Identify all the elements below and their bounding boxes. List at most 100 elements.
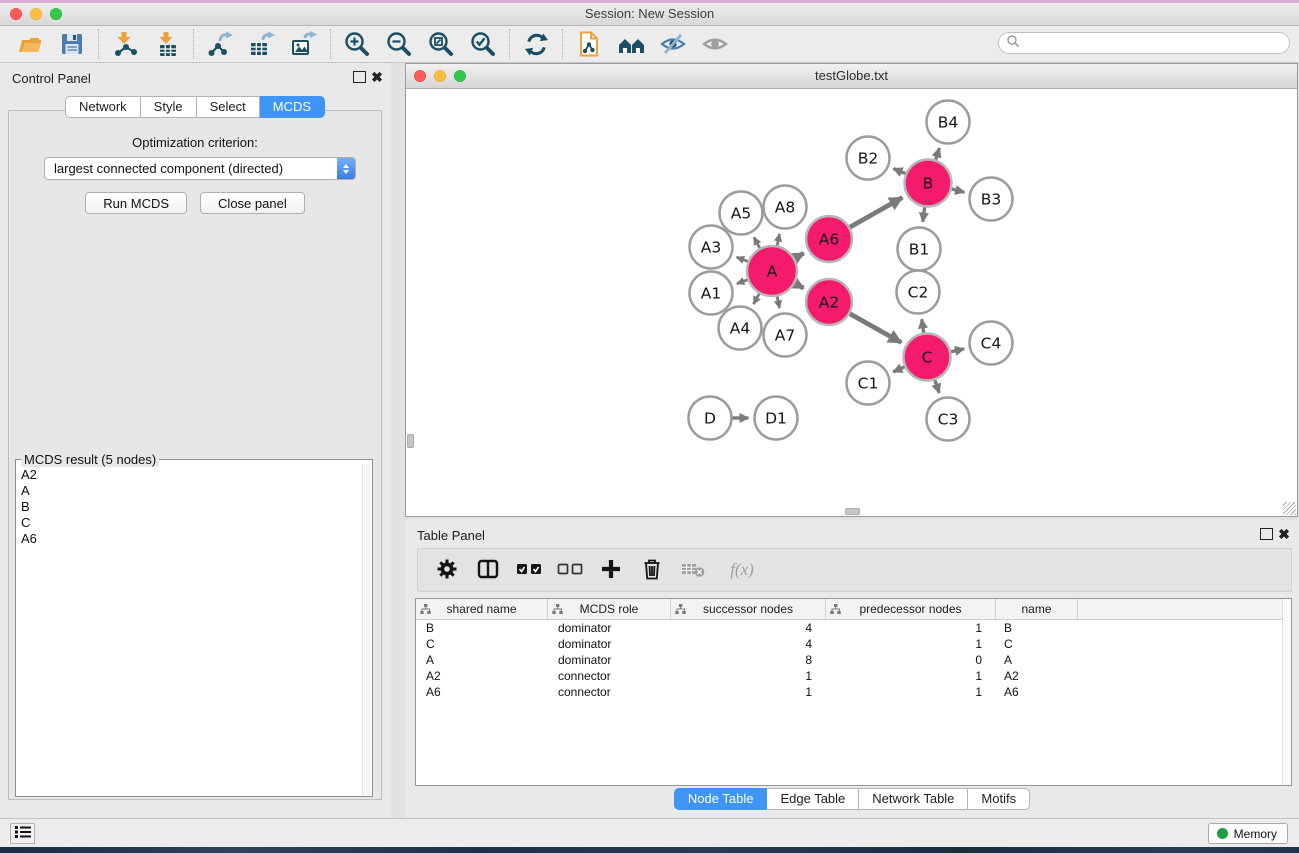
table-cell[interactable]: connector bbox=[548, 685, 671, 699]
search-input[interactable] bbox=[1020, 34, 1289, 52]
edge-A2-C[interactable] bbox=[850, 314, 901, 343]
tab-edge-table[interactable]: Edge Table bbox=[767, 788, 859, 810]
table-settings-button[interactable] bbox=[435, 557, 459, 583]
node-A8[interactable]: A8 bbox=[764, 186, 807, 229]
table-scrollbar[interactable] bbox=[1282, 599, 1291, 785]
edge-C-C2[interactable] bbox=[922, 319, 924, 332]
mcds-result-item[interactable]: C bbox=[21, 515, 362, 531]
node-A3[interactable]: A3 bbox=[690, 226, 733, 269]
zoom-fit-button[interactable] bbox=[426, 29, 456, 59]
search-field[interactable] bbox=[998, 32, 1290, 54]
table-row[interactable]: Cdominator41C bbox=[416, 636, 1291, 652]
first-neighbors-button[interactable] bbox=[616, 29, 646, 59]
hide-selected-button[interactable] bbox=[658, 29, 688, 59]
mcds-result-item[interactable]: A6 bbox=[21, 531, 362, 547]
node-A5[interactable]: A5 bbox=[720, 192, 763, 235]
tab-network[interactable]: Network bbox=[65, 96, 141, 118]
node-C3[interactable]: C3 bbox=[927, 398, 970, 441]
table-cell[interactable]: B bbox=[416, 621, 548, 635]
table-cell[interactable]: 1 bbox=[826, 669, 996, 683]
new-network-from-selection-button[interactable] bbox=[574, 29, 604, 59]
table-cell[interactable]: dominator bbox=[548, 621, 671, 635]
table-row[interactable]: A6connector11A6 bbox=[416, 684, 1291, 700]
vertical-scroll-thumb[interactable] bbox=[407, 434, 414, 448]
tab-network-table[interactable]: Network Table bbox=[859, 788, 968, 810]
node-A6[interactable]: A6 bbox=[806, 216, 852, 262]
edge-B-B2[interactable] bbox=[893, 169, 905, 174]
node-C[interactable]: C bbox=[904, 334, 951, 381]
column-header-shared-name[interactable]: shared name bbox=[416, 599, 548, 619]
edge-B-B1[interactable] bbox=[923, 207, 925, 221]
edge-A-A8[interactable] bbox=[777, 234, 779, 246]
edge-A-A6[interactable] bbox=[795, 253, 804, 258]
table-cell[interactable]: C bbox=[996, 637, 1078, 651]
network-canvas[interactable]: B4B2BB3A5A8A6A3B1AA1C2A2A4A7C4CC1C3DD1 bbox=[406, 89, 1297, 516]
table-cell[interactable]: 4 bbox=[671, 621, 826, 635]
table-cell[interactable]: A6 bbox=[416, 685, 548, 699]
node-B[interactable]: B bbox=[905, 160, 952, 207]
column-header-mcds-role[interactable]: MCDS role bbox=[548, 599, 671, 619]
node-A7[interactable]: A7 bbox=[764, 314, 807, 357]
edge-A-A2[interactable] bbox=[795, 283, 804, 288]
tab-motifs[interactable]: Motifs bbox=[968, 788, 1030, 810]
table-row[interactable]: Adominator80A bbox=[416, 652, 1291, 668]
edge-B-B4[interactable] bbox=[936, 148, 940, 160]
control-panel-close-button[interactable]: ✖ bbox=[370, 70, 384, 84]
resize-grip[interactable] bbox=[1283, 502, 1296, 515]
open-button[interactable] bbox=[15, 29, 45, 59]
network-window-titlebar[interactable]: testGlobe.txt bbox=[406, 64, 1297, 89]
node-D1[interactable]: D1 bbox=[755, 397, 798, 440]
edge-C-C1[interactable] bbox=[893, 367, 904, 372]
table-panel-float-button[interactable] bbox=[1259, 527, 1273, 541]
function-builder-button[interactable]: f(x) bbox=[722, 557, 762, 583]
save-button[interactable] bbox=[57, 29, 87, 59]
create-column-button[interactable] bbox=[599, 557, 623, 583]
mcds-result-item[interactable]: B bbox=[21, 499, 362, 515]
zoom-in-button[interactable] bbox=[342, 29, 372, 59]
zoom-out-button[interactable] bbox=[384, 29, 414, 59]
edge-A-A1[interactable] bbox=[737, 280, 748, 284]
export-table-button[interactable] bbox=[247, 29, 277, 59]
node-A4[interactable]: A4 bbox=[719, 307, 762, 350]
node-C4[interactable]: C4 bbox=[970, 322, 1013, 365]
mcds-result-item[interactable]: A2 bbox=[21, 467, 362, 483]
run-mcds-button[interactable]: Run MCDS bbox=[85, 192, 187, 214]
node-B1[interactable]: B1 bbox=[898, 228, 941, 271]
tab-select[interactable]: Select bbox=[197, 96, 260, 118]
zoom-window-button[interactable] bbox=[50, 8, 62, 20]
deselect-all-columns-button[interactable] bbox=[558, 557, 582, 583]
node-D[interactable]: D bbox=[689, 397, 732, 440]
table-cell[interactable]: dominator bbox=[548, 637, 671, 651]
table-cell[interactable]: 1 bbox=[826, 621, 996, 635]
table-cell[interactable]: 1 bbox=[671, 685, 826, 699]
node-C1[interactable]: C1 bbox=[847, 362, 890, 405]
import-network-button[interactable] bbox=[110, 29, 140, 59]
delete-column-button[interactable] bbox=[640, 557, 664, 583]
table-cell[interactable]: 8 bbox=[671, 653, 826, 667]
table-cell[interactable]: 4 bbox=[671, 637, 826, 651]
memory-button[interactable]: Memory bbox=[1208, 823, 1288, 844]
app-titlebar[interactable]: Session: New Session bbox=[0, 3, 1299, 26]
network-minimize-button[interactable] bbox=[434, 70, 446, 82]
result-scrollbar[interactable] bbox=[362, 464, 371, 795]
close-window-button[interactable] bbox=[10, 8, 22, 20]
export-image-button[interactable] bbox=[289, 29, 319, 59]
table-row[interactable]: A2connector11A2 bbox=[416, 668, 1291, 684]
import-table-button[interactable] bbox=[152, 29, 182, 59]
table-cell[interactable]: connector bbox=[548, 669, 671, 683]
criterion-dropdown[interactable]: largest connected component (directed) bbox=[44, 157, 356, 180]
column-header-successor-nodes[interactable]: successor nodes bbox=[671, 599, 826, 619]
edge-A-A5[interactable] bbox=[754, 237, 760, 248]
node-B3[interactable]: B3 bbox=[970, 178, 1013, 221]
column-header-name[interactable]: name bbox=[996, 599, 1078, 619]
edge-A6-B[interactable] bbox=[850, 198, 902, 228]
edge-C-C4[interactable] bbox=[951, 349, 964, 352]
edge-A-A3[interactable] bbox=[737, 257, 748, 261]
node-A2[interactable]: A2 bbox=[806, 279, 852, 325]
apply-layout-button[interactable] bbox=[521, 29, 551, 59]
select-all-columns-button[interactable] bbox=[517, 557, 541, 583]
table-cell[interactable]: A2 bbox=[996, 669, 1078, 683]
tab-node-table[interactable]: Node Table bbox=[674, 788, 768, 810]
table-cell[interactable]: 1 bbox=[826, 637, 996, 651]
show-columns-button[interactable] bbox=[476, 557, 500, 583]
